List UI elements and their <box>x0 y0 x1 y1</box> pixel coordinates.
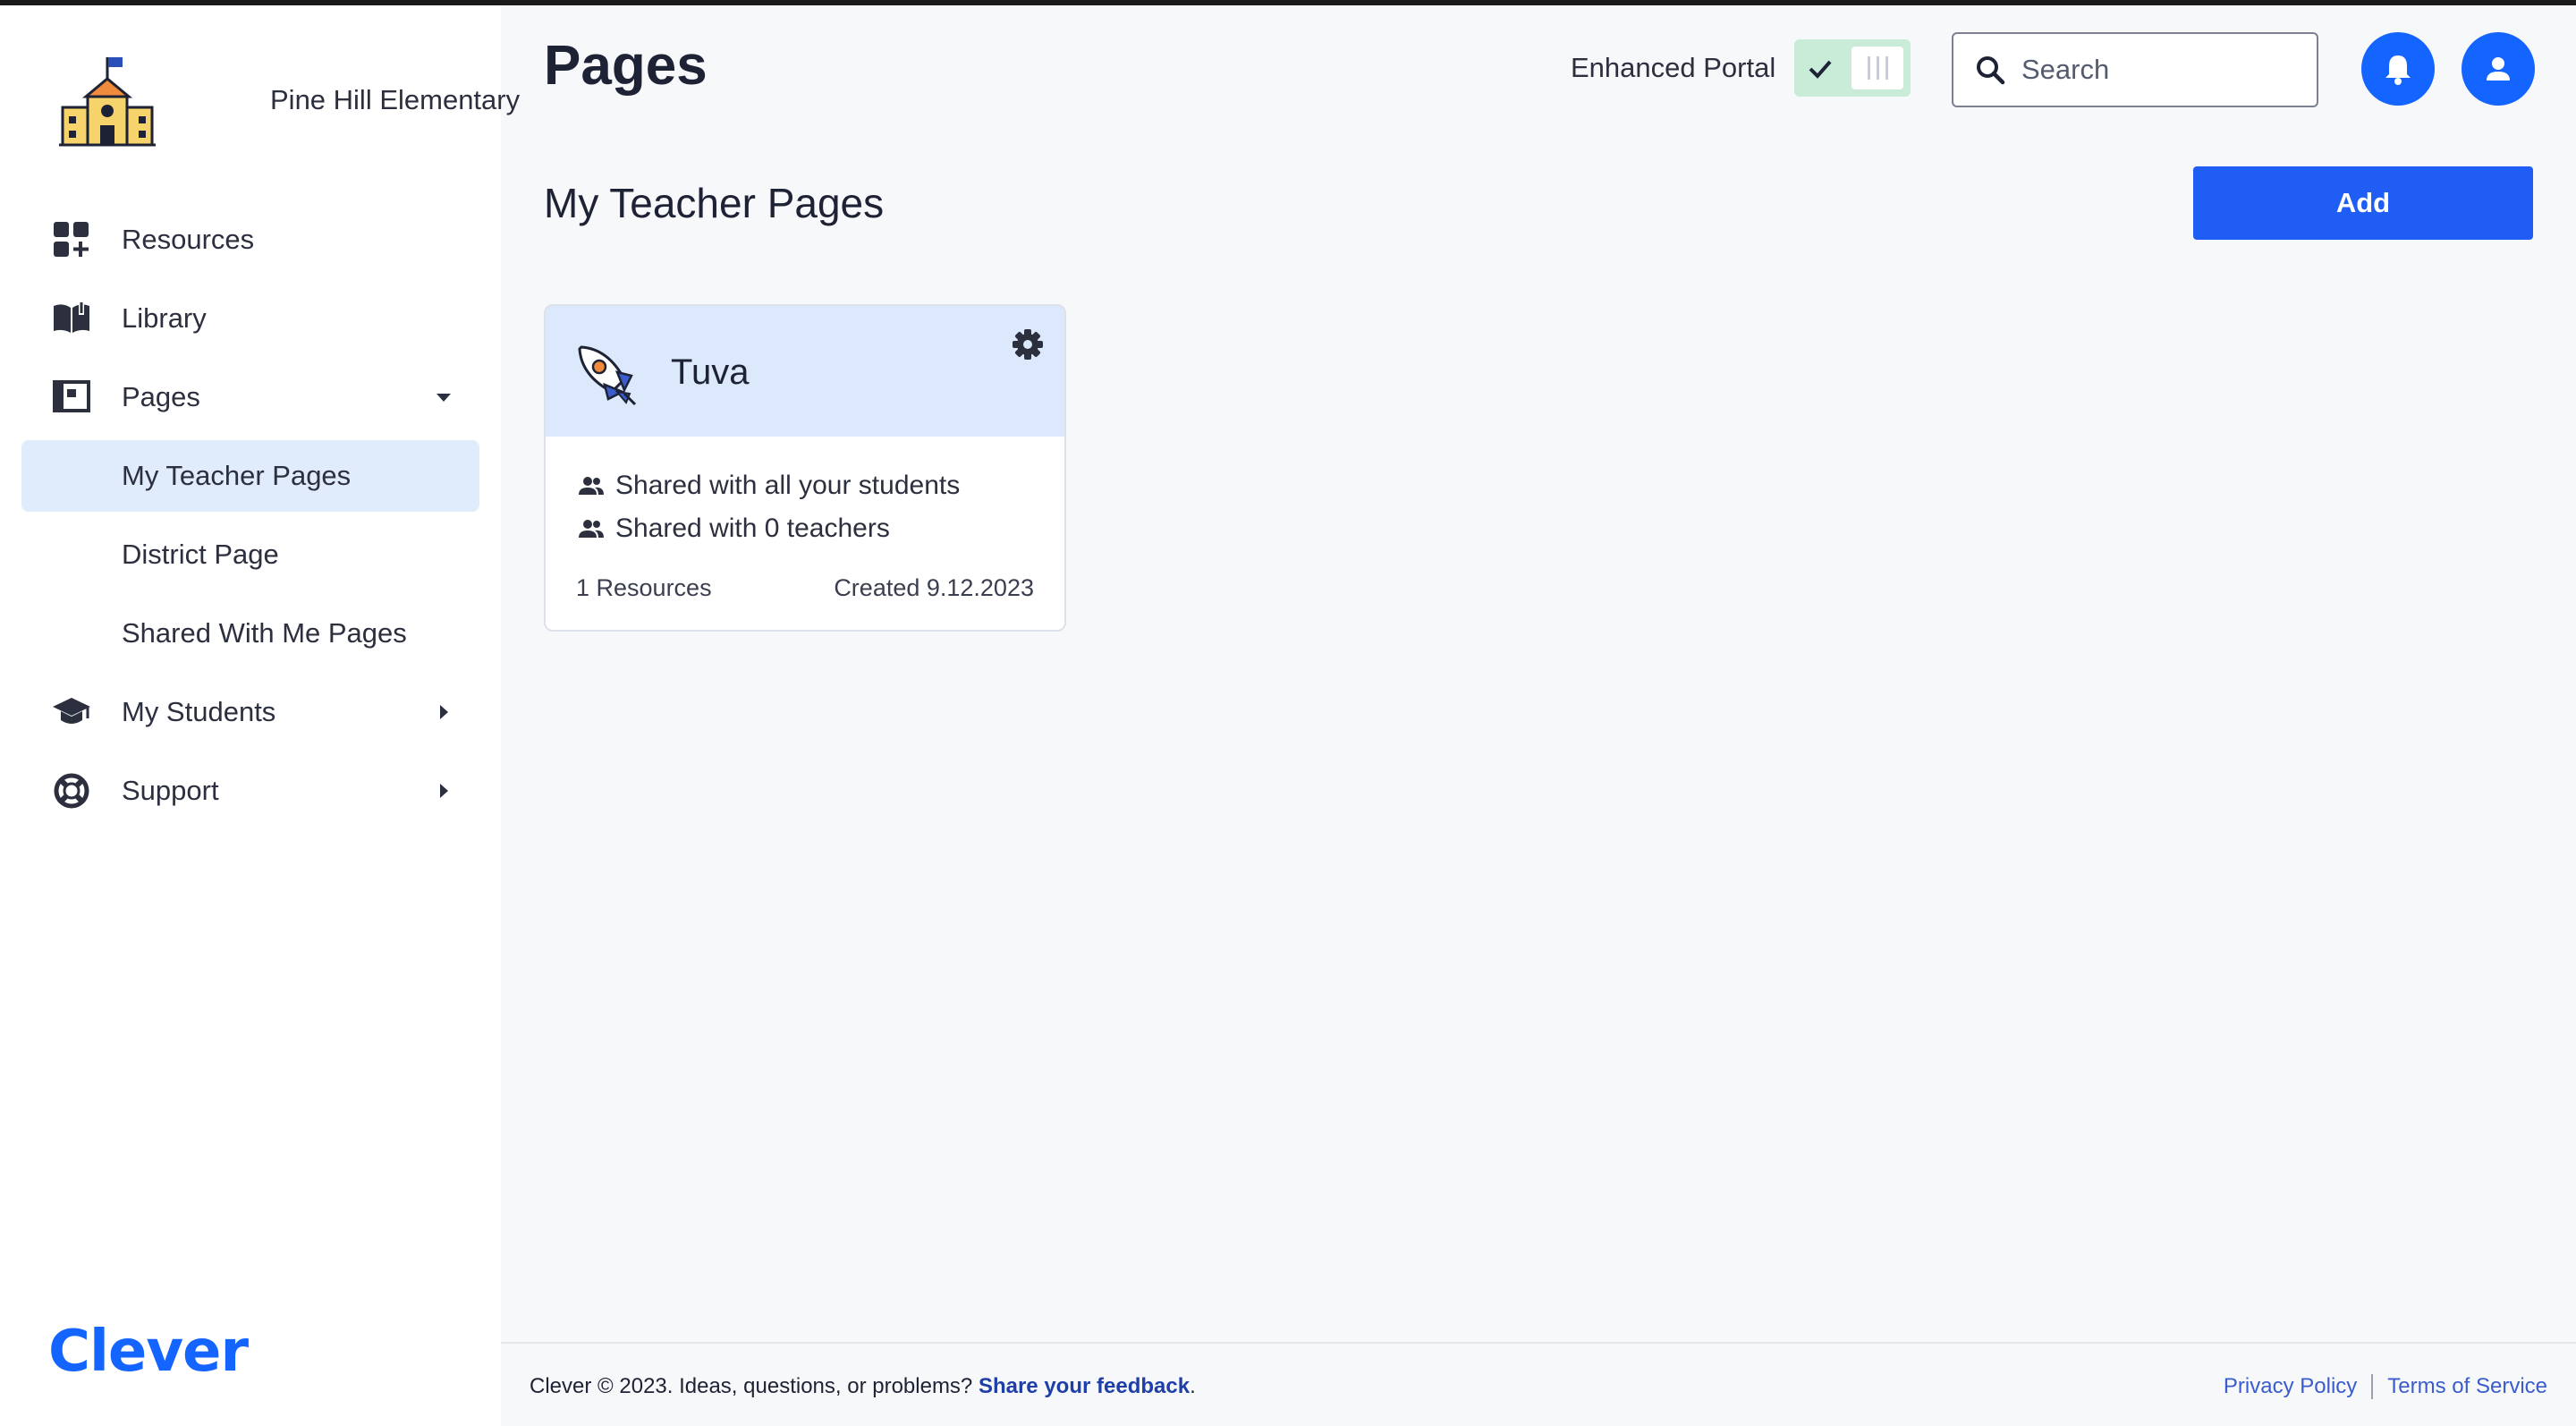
teacher-page-card[interactable]: Tuva Shared with all your students Share… <box>544 304 1066 632</box>
sidebar-item-district-page[interactable]: District Page <box>21 519 479 590</box>
terms-of-service-link[interactable]: Terms of Service <box>2387 1374 2547 1399</box>
sidebar-item-label: Support <box>122 775 219 806</box>
sidebar: Pine Hill Elementary Resources Library P… <box>0 5 520 1426</box>
users-icon <box>579 520 604 538</box>
clever-logo[interactable]: Clever <box>48 1319 249 1385</box>
chevron-right-icon <box>440 705 448 719</box>
footer: Clever © 2023. Ideas, questions, or prob… <box>501 1342 2576 1426</box>
section-title: My Teacher Pages <box>544 180 885 226</box>
sidebar-item-label: District Page <box>122 539 279 570</box>
open-book-icon <box>52 301 91 336</box>
sidebar-nav: Resources Library Pages My Teacher Pages… <box>21 204 479 834</box>
sidebar-item-library[interactable]: Library <box>21 283 479 354</box>
sidebar-item-label: Pages <box>122 381 200 412</box>
shared-teachers-info: Shared with 0 teachers <box>578 514 890 544</box>
notifications-button[interactable] <box>2361 32 2435 106</box>
sidebar-item-label: Library <box>122 302 207 334</box>
sidebar-item-support[interactable]: Support <box>21 755 479 827</box>
sidebar-item-label: Shared With Me Pages <box>122 617 407 649</box>
page-title: Pages <box>544 35 708 97</box>
check-icon <box>1809 60 1832 79</box>
sidebar-item-label: My Teacher Pages <box>122 460 352 491</box>
chevron-right-icon <box>440 784 448 798</box>
toggle-knob <box>1852 47 1903 89</box>
school-name: Pine Hill Elementary <box>270 84 521 115</box>
sidebar-item-label: Resources <box>122 224 255 255</box>
rocket-icon <box>578 345 637 406</box>
sidebar-item-my-teacher-pages[interactable]: My Teacher Pages <box>21 440 479 512</box>
chevron-down-icon <box>436 394 451 402</box>
footer-text: Clever © 2023. Ideas, questions, or prob… <box>530 1374 1196 1399</box>
school-building-icon <box>59 57 156 147</box>
share-feedback-link[interactable]: Share your feedback <box>979 1374 1190 1398</box>
shared-students-info: Shared with all your students <box>578 471 960 501</box>
sidebar-item-shared-with-me-pages[interactable]: Shared With Me Pages <box>21 598 479 669</box>
users-icon <box>579 477 604 495</box>
card-header: Tuva <box>546 306 1064 437</box>
shared-teachers-text: Shared with 0 teachers <box>615 514 890 543</box>
footer-period: . <box>1190 1374 1196 1398</box>
bell-icon <box>2385 55 2411 85</box>
sidebar-item-my-students[interactable]: My Students <box>21 676 479 748</box>
footer-copyright: Clever © 2023. Ideas, questions, or prob… <box>530 1374 973 1398</box>
pages-icon <box>52 379 91 415</box>
enhanced-portal-label: Enhanced Portal <box>1571 52 1776 83</box>
user-icon <box>2487 57 2510 81</box>
lifebuoy-icon <box>52 773 91 809</box>
sidebar-item-pages[interactable]: Pages <box>21 361 479 433</box>
resource-count: 1 Resources <box>576 574 712 601</box>
grid-plus-icon <box>52 222 91 258</box>
card-title: Tuva <box>671 352 750 392</box>
sidebar-item-resources[interactable]: Resources <box>21 204 479 276</box>
created-date: Created 9.12.2023 <box>834 574 1034 601</box>
privacy-policy-link[interactable]: Privacy Policy <box>2224 1374 2357 1399</box>
search-input[interactable] <box>2021 54 2308 86</box>
gear-icon[interactable] <box>1011 327 1045 361</box>
enhanced-portal-toggle[interactable] <box>1794 39 1911 97</box>
sidebar-item-label: My Students <box>122 696 276 727</box>
search-icon <box>1977 56 2005 85</box>
account-button[interactable] <box>2462 32 2535 106</box>
search-box <box>1952 32 2318 107</box>
add-button[interactable]: Add <box>2193 166 2533 240</box>
footer-divider <box>2371 1374 2374 1399</box>
shared-students-text: Shared with all your students <box>615 471 961 500</box>
graduation-cap-icon <box>52 694 91 730</box>
school-header[interactable]: Pine Hill Elementary <box>55 50 520 157</box>
footer-links: Privacy Policy Terms of Service <box>2224 1374 2547 1399</box>
